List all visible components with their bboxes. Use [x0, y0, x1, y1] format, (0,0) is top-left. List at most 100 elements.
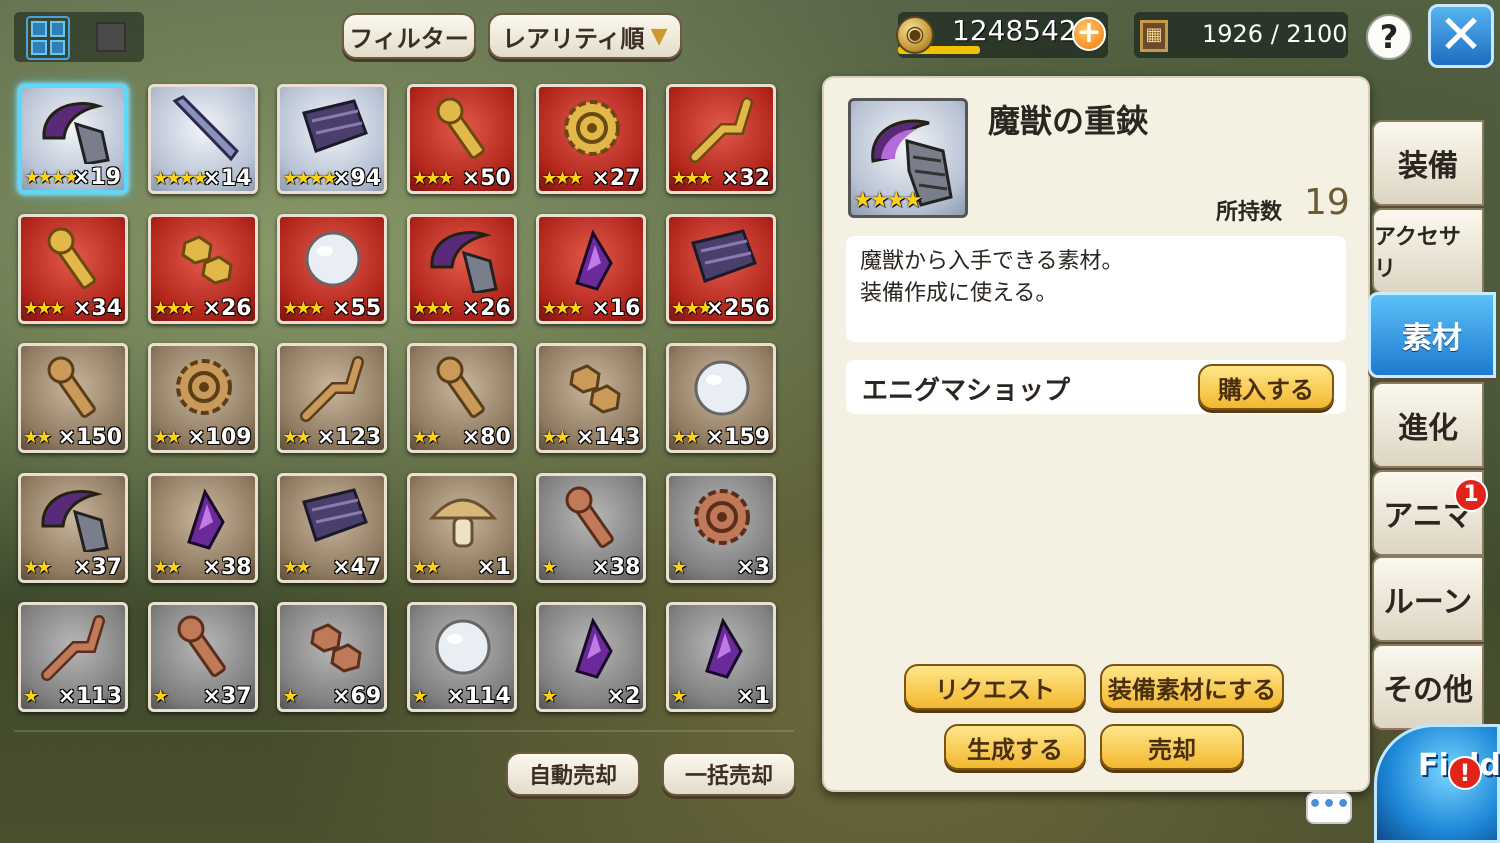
item-slot[interactable]: ★ ×38	[536, 472, 647, 583]
item-quantity: ×50	[461, 166, 511, 191]
item-quantity: ×27	[591, 166, 641, 191]
tab-accessory[interactable]: アクセサリ	[1372, 208, 1484, 294]
item-quantity: ×159	[705, 425, 770, 451]
detail-stars: ★★★★	[853, 188, 923, 213]
item-slot[interactable]: ★★ ×47	[277, 472, 388, 583]
item-quantity: ×38	[202, 554, 252, 580]
buy-button[interactable]: 購入する	[1198, 364, 1334, 410]
item-quantity: ×34	[72, 295, 122, 321]
orb-icon	[305, 231, 361, 287]
bulk-sell-button[interactable]: 一括売却	[662, 752, 796, 796]
request-button[interactable]: リクエスト	[904, 664, 1086, 710]
item-quantity: ×19	[71, 165, 121, 190]
item-slot[interactable]: ★★★ ×16	[536, 213, 647, 324]
item-slot[interactable]: ★★★ ×256	[666, 213, 776, 324]
sort-label: レアリティ順	[502, 24, 645, 53]
generate-button[interactable]: 生成する	[944, 724, 1086, 770]
item-slot[interactable]: ★★ ×37	[18, 472, 128, 583]
tab-evolution[interactable]: 進化	[1372, 382, 1484, 468]
filter-button[interactable]: フィルター	[342, 13, 476, 59]
field-button[interactable]	[1374, 724, 1500, 843]
claw-icon	[42, 102, 110, 164]
item-slot[interactable]: ★★ ×159	[666, 343, 776, 454]
auto-sell-button[interactable]: 自動売却	[506, 752, 640, 796]
alert-icon: !	[1448, 756, 1482, 790]
bronze-nut-icon	[569, 364, 622, 414]
blade-icon	[172, 95, 239, 162]
item-slot[interactable]: ★ ×3	[666, 472, 776, 583]
divider	[14, 730, 794, 732]
item-stars: ★	[282, 686, 298, 708]
item-slot[interactable]: ★ ×1	[666, 602, 776, 713]
item-quantity: ×1	[477, 554, 511, 580]
item-slot[interactable]: ★ ×37	[147, 602, 258, 713]
copper-nut-icon	[310, 623, 362, 674]
add-coins-button[interactable]: +	[1072, 17, 1106, 51]
item-slot[interactable]: ★ ×69	[277, 602, 388, 713]
copper-bolt-icon	[565, 486, 615, 548]
item-quantity: ×26	[461, 295, 511, 321]
coin-amount: 1248542	[952, 14, 1077, 47]
item-slot[interactable]: ★★ ×1	[406, 472, 517, 583]
item-slot[interactable]: ★★★ ×55	[277, 213, 388, 324]
bronze-gear-icon	[175, 359, 232, 416]
item-slot[interactable]: ★★★ ×27	[536, 84, 647, 194]
notification-badge: 1	[1454, 478, 1488, 512]
item-slot[interactable]: ★★★ ×26	[147, 213, 258, 324]
item-slot[interactable]: ★★★ ×32	[666, 84, 776, 194]
chevron-down-icon: ▼	[650, 23, 668, 49]
item-slot[interactable]: ★ ×2	[536, 602, 647, 713]
sell-button[interactable]: 売却	[1100, 724, 1244, 770]
chat-icon[interactable]: •••	[1306, 792, 1352, 824]
grid-view-icon[interactable]	[26, 16, 70, 60]
tab-rune[interactable]: ルーン	[1372, 556, 1484, 642]
tab-other[interactable]: その他	[1372, 644, 1484, 730]
equip-material-button[interactable]: 装備素材にする	[1100, 664, 1284, 710]
item-slot[interactable]: ★★ ×143	[536, 343, 647, 454]
item-slot[interactable]: ★★ ×150	[18, 343, 128, 454]
gold-bolt-icon	[47, 227, 96, 289]
item-stars: ★★★	[671, 168, 713, 189]
tab-equipment[interactable]: 装備	[1372, 120, 1484, 206]
tab-materials[interactable]: 素材	[1368, 292, 1496, 378]
item-quantity: ×1	[736, 684, 770, 710]
owned-label: 所持数	[1216, 200, 1283, 225]
item-quantity: ×94	[332, 166, 382, 191]
bronze-bolt-icon	[47, 356, 96, 419]
list-view-icon[interactable]	[96, 22, 126, 52]
item-quantity: ×150	[57, 425, 122, 451]
item-slot[interactable]: ★★★ ×50	[406, 84, 517, 194]
item-quantity: ×38	[591, 554, 641, 580]
item-slot[interactable]: ★★ ×80	[406, 343, 517, 454]
item-slot[interactable]: ★ ×113	[18, 602, 128, 713]
item-quantity: ×123	[316, 425, 382, 451]
item-stars: ★★	[671, 427, 700, 449]
crystal-icon	[575, 228, 614, 291]
item-quantity: ×114	[446, 684, 511, 710]
storage-icon: ▦	[1140, 20, 1168, 52]
item-slot[interactable]: ★★★ ×34	[18, 213, 128, 324]
item-slot[interactable]: ★★ ×109	[147, 343, 258, 454]
item-slot[interactable]: ★★★ ×26	[406, 213, 517, 324]
copper-gear-icon	[694, 488, 750, 545]
item-stars: ★	[671, 556, 687, 578]
item-stars: ★★	[282, 556, 311, 578]
item-stars: ★★★★	[282, 168, 338, 189]
gold-screw-icon	[436, 97, 485, 159]
sort-dropdown[interactable]: レアリティ順 ▼	[488, 13, 682, 59]
help-button[interactable]: ?	[1366, 14, 1412, 60]
item-quantity: ×109	[187, 425, 252, 451]
gold-gear-icon	[564, 100, 621, 156]
item-stars: ★★	[282, 427, 311, 449]
copper-pipe-icon	[41, 615, 105, 682]
item-quantity: ×47	[332, 554, 382, 580]
item-slot[interactable]: ★★★★ ×14	[147, 84, 258, 194]
item-slot[interactable]: ★★★★ ×19	[18, 84, 128, 194]
item-slot[interactable]: ★★ ×38	[147, 472, 258, 583]
close-button[interactable]: ✕	[1428, 4, 1494, 68]
item-slot[interactable]: ★ ×114	[406, 602, 517, 713]
item-slot[interactable]: ★★ ×123	[277, 343, 388, 454]
item-slot[interactable]: ★★★★ ×94	[277, 84, 388, 194]
item-stars: ★★★	[152, 297, 195, 319]
item-stars: ★★	[411, 556, 441, 578]
